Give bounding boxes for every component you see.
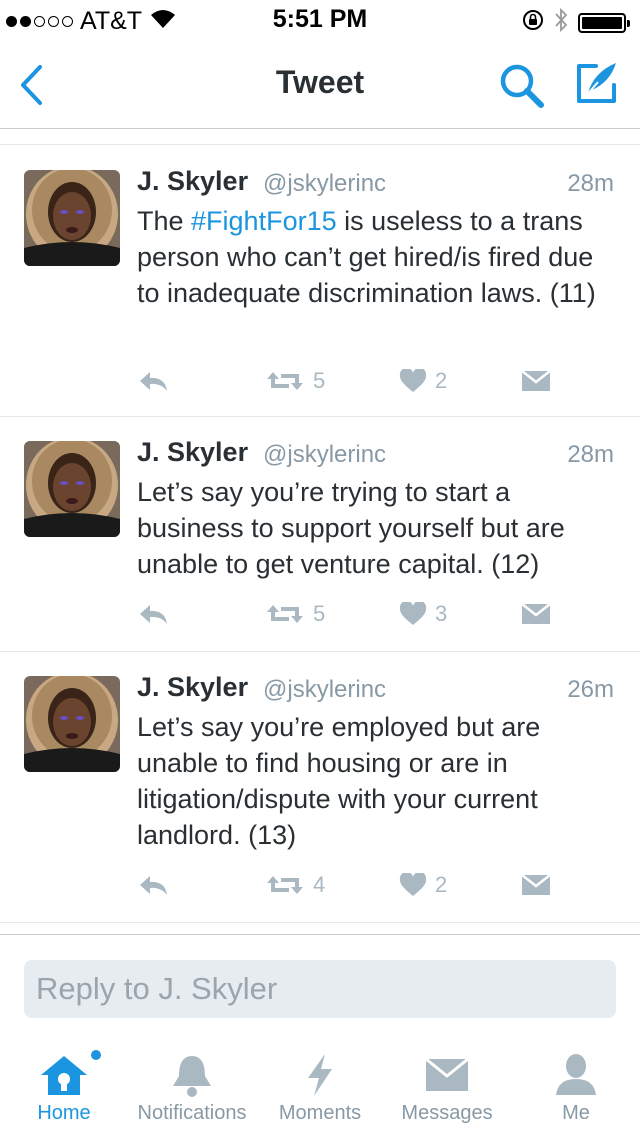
avatar[interactable] bbox=[24, 441, 120, 537]
envelope-icon bbox=[521, 603, 551, 624]
envelope-icon bbox=[521, 874, 551, 895]
reply-button[interactable] bbox=[137, 366, 169, 396]
like-button[interactable]: 3 bbox=[399, 599, 447, 629]
tweet[interactable]: J. Skyler @jskylerinc 28m Let’s say you’… bbox=[0, 417, 640, 652]
tab-home[interactable]: Home bbox=[14, 1038, 114, 1136]
reply-input[interactable]: Reply to J. Skyler bbox=[24, 960, 616, 1018]
battery-icon bbox=[578, 12, 630, 33]
bluetooth-icon bbox=[554, 7, 568, 37]
tweet-text: Let’s say you’re employed but are unable… bbox=[137, 712, 541, 850]
author-handle[interactable]: @jskylerinc bbox=[263, 676, 386, 704]
avatar[interactable] bbox=[24, 170, 120, 266]
tweet-timestamp: 28m bbox=[567, 170, 614, 197]
like-count: 2 bbox=[435, 368, 448, 393]
heart-icon bbox=[399, 873, 427, 896]
reply-bar: Reply to J. Skyler bbox=[0, 934, 640, 1039]
person-icon bbox=[555, 1050, 597, 1100]
section-separator bbox=[0, 130, 640, 145]
tweet-timestamp: 26m bbox=[567, 676, 614, 703]
retweet-count: 5 bbox=[313, 368, 326, 393]
navigation-bar: Tweet bbox=[0, 40, 640, 129]
tab-label: Home bbox=[37, 1102, 91, 1124]
avatar[interactable] bbox=[24, 676, 120, 772]
retweet-button[interactable]: 4 bbox=[265, 870, 325, 900]
reply-placeholder: Reply to J. Skyler bbox=[36, 971, 278, 1006]
heart-icon bbox=[399, 602, 427, 625]
envelope-icon bbox=[521, 370, 551, 391]
tab-messages[interactable]: Messages bbox=[392, 1038, 502, 1136]
retweet-icon bbox=[267, 605, 303, 623]
tab-notifications[interactable]: Notifications bbox=[128, 1038, 256, 1136]
hashtag-link[interactable]: #FightFor15 bbox=[191, 206, 337, 236]
tweet-text: The #FightFor15 is useless to a trans pe… bbox=[137, 206, 596, 308]
author-name[interactable]: J. Skyler bbox=[137, 437, 248, 468]
retweet-icon bbox=[267, 372, 303, 390]
tab-label: Moments bbox=[278, 1102, 362, 1124]
bell-icon bbox=[170, 1050, 214, 1100]
tab-moments[interactable]: Moments bbox=[270, 1038, 370, 1136]
reply-icon bbox=[140, 876, 167, 895]
direct-message-button[interactable] bbox=[521, 599, 551, 629]
search-icon[interactable] bbox=[498, 62, 546, 115]
reply-icon bbox=[140, 605, 167, 624]
retweet-button[interactable]: 5 bbox=[265, 366, 325, 396]
reply-icon bbox=[140, 372, 167, 391]
tab-me[interactable]: Me bbox=[536, 1038, 616, 1136]
tweet-text: Let’s say you’re trying to start a busin… bbox=[137, 477, 565, 579]
tab-label: Me bbox=[562, 1102, 590, 1124]
retweet-button[interactable]: 5 bbox=[265, 599, 325, 629]
author-handle[interactable]: @jskylerinc bbox=[263, 441, 386, 469]
like-count: 2 bbox=[435, 872, 448, 897]
tweet-timestamp: 28m bbox=[567, 441, 614, 468]
status-bar: AT&T 5:51 PM bbox=[0, 0, 640, 40]
heart-icon bbox=[399, 369, 427, 392]
author-name[interactable]: J. Skyler bbox=[137, 166, 248, 197]
tweet-actions: 5 3 bbox=[137, 599, 577, 629]
retweet-count: 4 bbox=[313, 872, 326, 897]
tweet-actions: 5 2 bbox=[137, 366, 577, 396]
envelope-icon bbox=[425, 1050, 469, 1100]
tab-bar: Home Notifications Moments Messages Me bbox=[0, 1038, 640, 1136]
lightning-icon bbox=[305, 1050, 335, 1100]
new-content-badge bbox=[91, 1050, 101, 1060]
compose-tweet-icon[interactable] bbox=[574, 60, 620, 111]
retweet-count: 5 bbox=[313, 601, 326, 626]
like-button[interactable]: 2 bbox=[399, 366, 447, 396]
tab-label: Notifications bbox=[137, 1102, 247, 1124]
tweet[interactable]: J. Skyler @jskylerinc 28m The #FightFor1… bbox=[0, 146, 640, 417]
reply-button[interactable] bbox=[137, 870, 169, 900]
author-handle[interactable]: @jskylerinc bbox=[263, 170, 386, 198]
home-icon bbox=[39, 1050, 101, 1100]
tweet[interactable]: J. Skyler @jskylerinc 26m Let’s say you’… bbox=[0, 652, 640, 923]
reply-button[interactable] bbox=[137, 599, 169, 629]
tweet-actions: 4 2 bbox=[137, 870, 577, 900]
direct-message-button[interactable] bbox=[521, 366, 551, 396]
like-button[interactable]: 2 bbox=[399, 870, 447, 900]
direct-message-button[interactable] bbox=[521, 870, 551, 900]
like-count: 3 bbox=[435, 601, 448, 626]
author-name[interactable]: J. Skyler bbox=[137, 672, 248, 703]
retweet-icon bbox=[267, 876, 303, 894]
tab-label: Messages bbox=[401, 1102, 493, 1124]
orientation-lock-icon bbox=[522, 9, 544, 36]
